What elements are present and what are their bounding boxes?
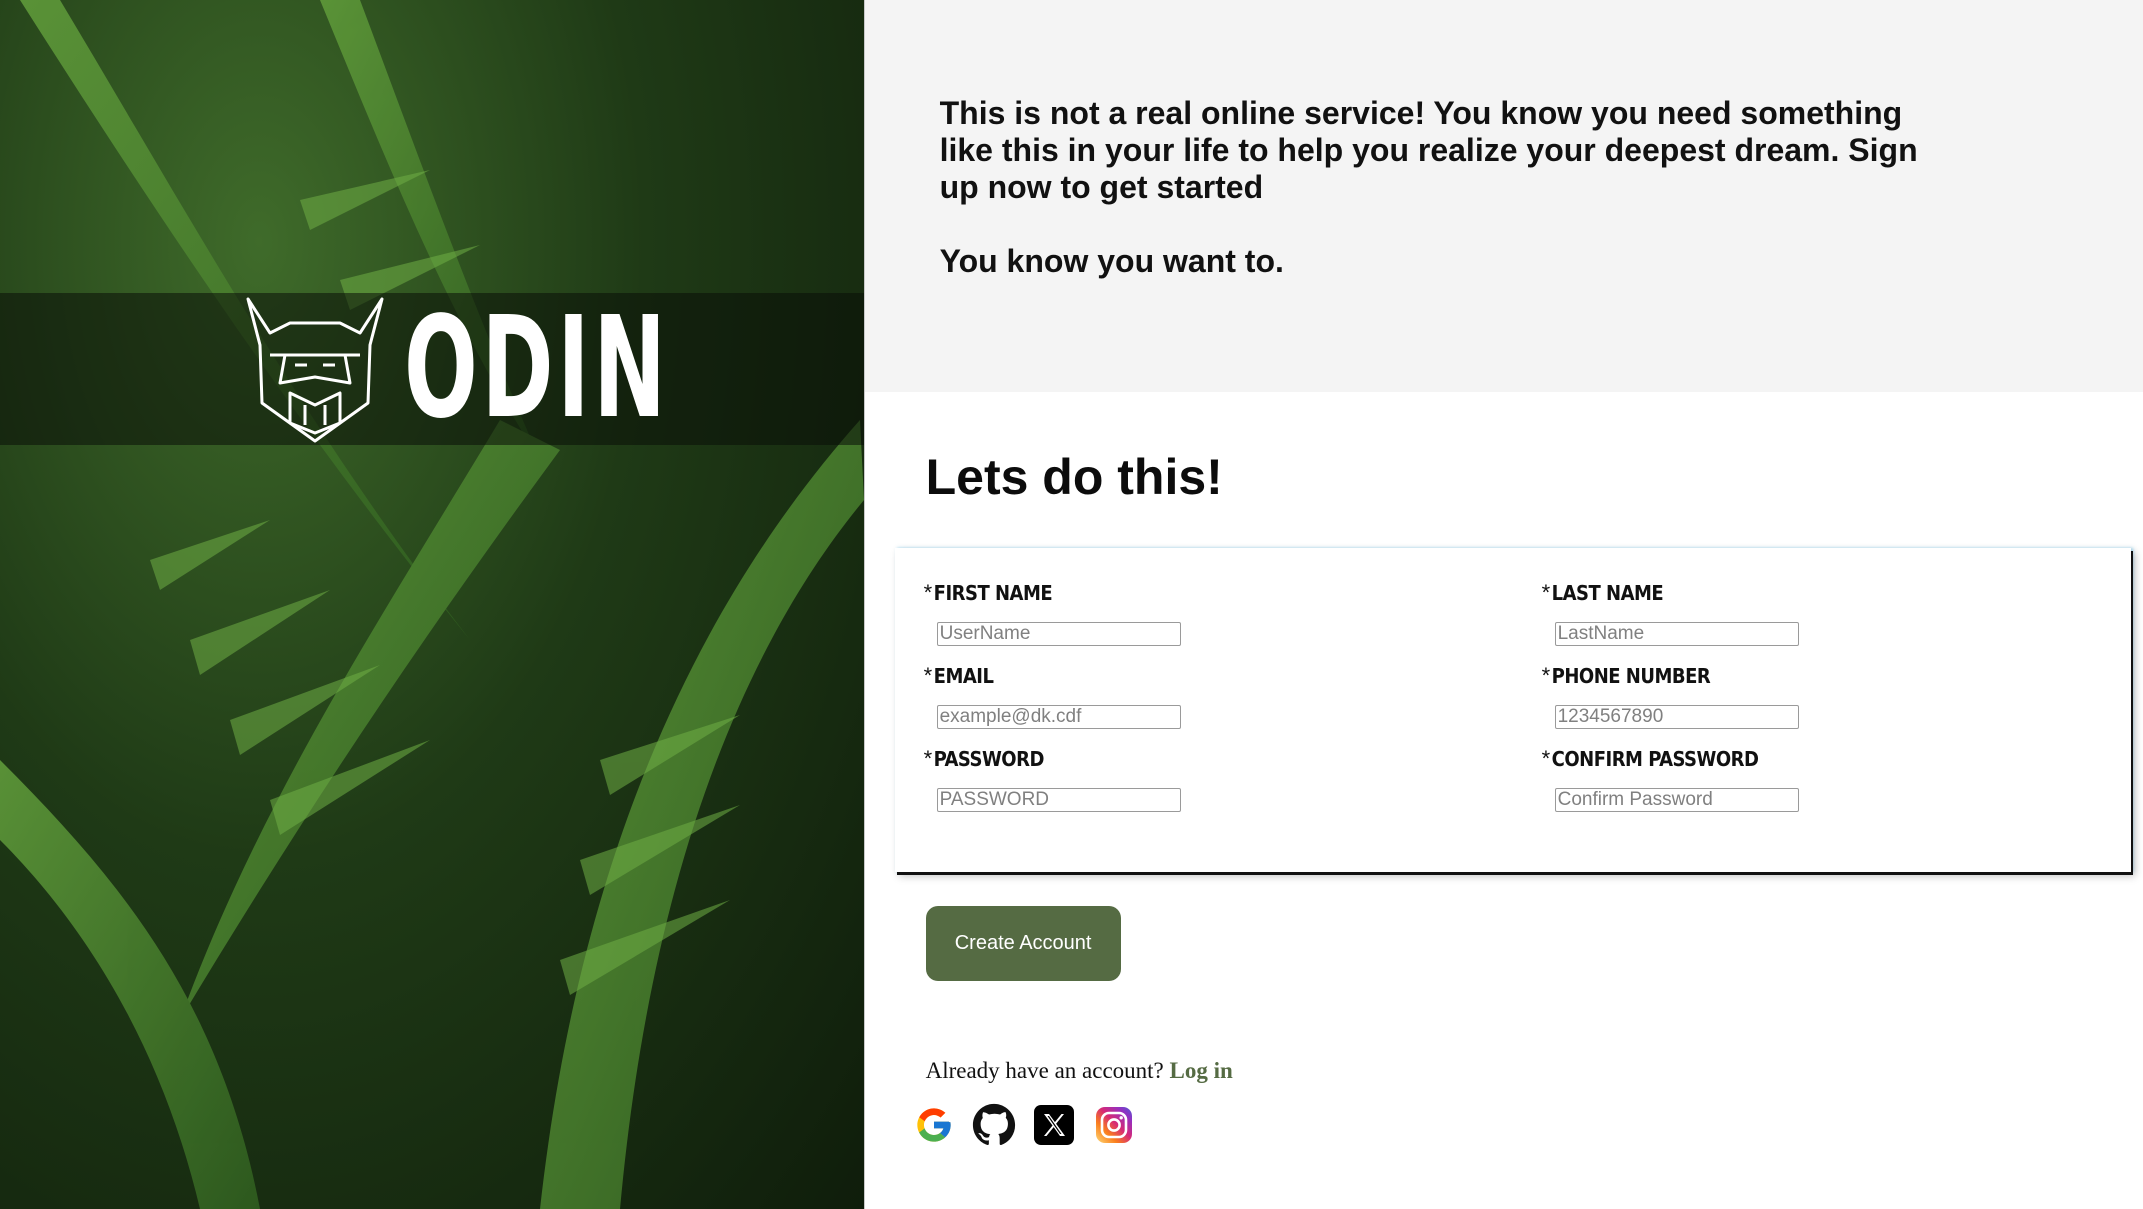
x-icon[interactable] xyxy=(1032,1103,1076,1147)
confirm-password-input[interactable] xyxy=(1554,788,1799,812)
social-links xyxy=(912,1103,1136,1147)
password-label: PASSWORD xyxy=(933,747,1045,771)
required-marker: * xyxy=(1541,580,1551,605)
first-name-label: FIRST NAME xyxy=(933,581,1053,605)
intro-tagline: You know you want to. xyxy=(939,243,1284,279)
login-link[interactable]: Log in xyxy=(1170,1058,1233,1083)
required-marker: * xyxy=(1541,746,1551,771)
confirm-password-field: * CONFIRM PASSWORD xyxy=(1542,744,2142,812)
form-heading: Lets do this! xyxy=(925,449,1223,505)
instagram-icon[interactable] xyxy=(1092,1103,1136,1147)
google-icon[interactable] xyxy=(912,1103,956,1147)
intro-text: This is not a real online service! You k… xyxy=(939,95,1918,205)
github-icon[interactable] xyxy=(972,1103,1016,1147)
required-marker: * xyxy=(923,580,933,605)
phone-number-input[interactable] xyxy=(1554,705,1799,729)
required-marker: * xyxy=(923,663,933,688)
signup-panel: This is not a real online service! You k… xyxy=(864,0,2143,1209)
email-input[interactable] xyxy=(936,705,1181,729)
hero-background: ODIN xyxy=(0,0,865,1209)
password-field: * PASSWORD xyxy=(924,744,1524,812)
signup-form: * FIRST NAME * LAST NAME * EMAIL * PHONE… xyxy=(894,548,2131,872)
create-account-button[interactable]: Create Account xyxy=(925,906,1121,981)
first-name-field: * FIRST NAME xyxy=(924,578,1524,646)
last-name-input[interactable] xyxy=(1554,622,1799,646)
password-input[interactable] xyxy=(936,788,1181,812)
first-name-input[interactable] xyxy=(936,622,1181,646)
phone-number-label: PHONE NUMBER xyxy=(1551,664,1711,688)
login-prompt: Already have an account? Log in xyxy=(926,1058,1233,1084)
last-name-label: LAST NAME xyxy=(1551,581,1664,605)
phone-number-field: * PHONE NUMBER xyxy=(1542,661,2142,729)
email-label: EMAIL xyxy=(933,664,994,688)
email-field: * EMAIL xyxy=(924,661,1524,729)
login-prompt-text: Already have an account? xyxy=(925,1058,1164,1083)
fern-illustration xyxy=(0,0,864,1209)
intro-section: This is not a real online service! You k… xyxy=(864,0,2143,392)
viking-helmet-icon xyxy=(246,297,384,443)
last-name-field: * LAST NAME xyxy=(1542,578,2142,646)
brand-logo: ODIN xyxy=(240,293,832,445)
required-marker: * xyxy=(923,746,933,771)
brand-name: ODIN xyxy=(404,287,670,450)
confirm-password-label: CONFIRM PASSWORD xyxy=(1551,747,1759,771)
required-marker: * xyxy=(1541,663,1551,688)
